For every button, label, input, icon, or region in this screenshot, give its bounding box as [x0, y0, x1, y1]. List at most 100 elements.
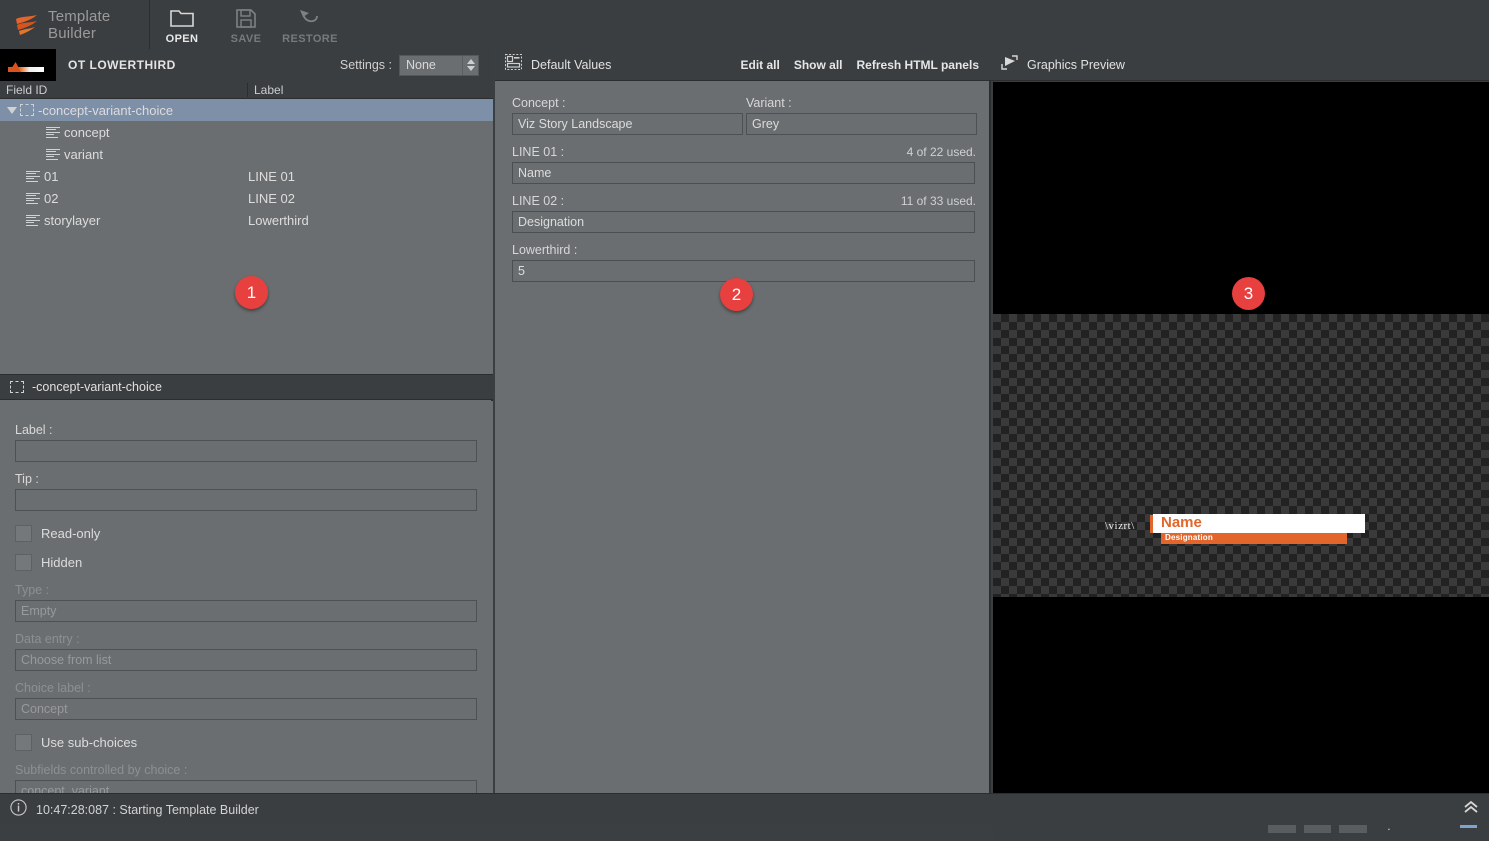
field-tree[interactable]: -concept-variant-choice concept variant … [0, 99, 493, 374]
graphic-name-text: Name [1161, 514, 1202, 531]
save-button-label: SAVE [230, 33, 262, 45]
data-entry-dropdown[interactable]: Choose from list [15, 649, 477, 671]
lowerthird-field-label: Lowerthird : [512, 243, 578, 257]
double-chevron-up-icon[interactable] [1463, 800, 1479, 819]
settings-dropdown[interactable]: None [399, 54, 479, 76]
tree-row-label: Lowerthird [248, 212, 309, 228]
field-properties-title: -concept-variant-choice [32, 380, 162, 394]
default-values-panel: Default Values Edit all Show all Refresh… [495, 49, 991, 793]
tree-row-label: LINE 02 [248, 190, 295, 206]
line01-input[interactable] [512, 162, 975, 184]
refresh-html-panels-link[interactable]: Refresh HTML panels [857, 58, 979, 72]
tree-row-id: 01 [44, 168, 59, 184]
subfields-dropdown[interactable]: concept, variant [15, 780, 477, 793]
group-dashed-icon [20, 104, 34, 116]
tree-row-id: 02 [44, 190, 59, 206]
tree-row[interactable]: -concept-variant-choice [0, 99, 493, 121]
tree-row[interactable]: 02 LINE 02 [0, 187, 493, 209]
default-values-icon [505, 54, 522, 75]
app-title: Template Builder [48, 7, 111, 42]
graphics-preview-header: Graphics Preview [991, 49, 1489, 81]
field-tree-header: Field ID Label [0, 81, 493, 99]
play-preview-icon [1001, 54, 1018, 75]
data-entry-field-label: Data entry : [15, 632, 80, 646]
concept-field-label: Concept : [512, 96, 566, 110]
info-icon [10, 798, 27, 821]
variant-dropdown-value: Grey [752, 117, 780, 131]
data-entry-dropdown-value: Choose from list [21, 653, 112, 667]
graphic-designation-text: Designation [1165, 533, 1213, 542]
template-thumbnail-icon [0, 49, 56, 81]
line02-field-label: LINE 02 : [512, 194, 565, 208]
text-lines-icon [26, 170, 40, 182]
left-panel-header: OT LOWERTHIRD Settings : None [0, 49, 493, 81]
tree-row-id: concept [64, 124, 110, 140]
graphics-preview-title: Graphics Preview [1027, 57, 1125, 72]
default-values-header: Default Values Edit all Show all Refresh… [495, 49, 991, 81]
tip-field-input[interactable] [15, 489, 477, 511]
text-lines-icon [46, 148, 60, 160]
vizrt-wordmark: \vizrt\ [1105, 520, 1135, 532]
use-sub-choices-checkbox[interactable] [15, 734, 32, 751]
spinner-arrows-icon[interactable] [462, 55, 478, 75]
graphics-preview-stage[interactable]: \vizrt\ Name Designation [993, 82, 1489, 795]
line02-usage-counter: 11 of 33 used. [900, 194, 976, 208]
save-button[interactable]: SAVE [214, 0, 278, 49]
default-values-actions: Edit all Show all Refresh HTML panels [740, 58, 979, 72]
hidden-label: Hidden [41, 555, 83, 570]
vizrt-swoosh-icon [14, 13, 40, 37]
settings-label: Settings : [339, 58, 392, 72]
transparency-checkerboard: \vizrt\ Name Designation [993, 314, 1489, 597]
callout-badge-2: 2 [720, 278, 753, 311]
choice-label-input[interactable] [15, 698, 477, 720]
subfields-dropdown-value: concept, variant [21, 784, 110, 793]
expand-caret-icon[interactable] [4, 106, 20, 114]
tree-row-id: variant [64, 146, 104, 162]
choice-label-field-label: Choice label : [15, 681, 91, 695]
text-lines-icon [46, 126, 60, 138]
field-properties-header: -concept-variant-choice [0, 374, 493, 400]
status-message: 10:47:28:087 : Starting Template Builder [36, 802, 259, 817]
edit-all-link[interactable]: Edit all [740, 58, 779, 72]
folder-open-icon [170, 6, 194, 30]
lower-third-graphic: \vizrt\ Name Designation [1105, 512, 1369, 546]
use-sub-choices-label: Use sub-choices [41, 735, 138, 750]
tree-row-id: -concept-variant-choice [38, 102, 174, 118]
type-dropdown[interactable]: Empty [15, 600, 477, 622]
use-sub-choices-row[interactable]: Use sub-choices [15, 734, 478, 751]
open-button[interactable]: OPEN [150, 0, 214, 49]
show-all-link[interactable]: Show all [794, 58, 843, 72]
tree-row[interactable]: concept [0, 121, 493, 143]
concept-dropdown[interactable]: Viz Story Landscape [512, 113, 743, 135]
field-properties-form: Label : Tip : Read-only Hidden Type : Em… [0, 401, 493, 793]
undo-arrow-icon [298, 6, 322, 30]
variant-dropdown[interactable]: Grey [746, 113, 977, 135]
variant-field-label: Variant : [746, 96, 792, 110]
default-values-title: Default Values [531, 57, 612, 72]
subfields-field-label: Subfields controlled by choice : [15, 763, 188, 777]
tip-field-label: Tip : [15, 472, 39, 486]
type-field-label: Type : [15, 583, 50, 597]
line01-usage-counter: 4 of 22 used. [906, 145, 976, 159]
label-field-label: Label : [15, 423, 53, 437]
line02-input[interactable] [512, 211, 975, 233]
tree-row[interactable]: storylayer Lowerthird [0, 209, 493, 231]
hidden-checkbox[interactable] [15, 554, 32, 571]
column-header-label: Label [254, 82, 284, 97]
settings-dropdown-value: None [406, 58, 436, 72]
read-only-checkbox-row[interactable]: Read-only [15, 525, 478, 542]
concept-dropdown-value: Viz Story Landscape [518, 117, 633, 131]
app-brand: Template Builder [0, 0, 150, 49]
restore-button[interactable]: RESTORE [278, 0, 342, 49]
read-only-checkbox[interactable] [15, 525, 32, 542]
text-lines-icon [26, 214, 40, 226]
type-dropdown-value: Empty [21, 604, 57, 618]
main-toolbar: Template Builder OPEN SAVE RESTORE [0, 0, 1489, 49]
tree-row[interactable]: variant [0, 143, 493, 165]
graphics-preview-panel: Graphics Preview \vizrt\ Name Designatio… [991, 49, 1489, 841]
hidden-checkbox-row[interactable]: Hidden [15, 554, 478, 571]
line01-field-label: LINE 01 : [512, 145, 565, 159]
label-field-input[interactable] [15, 440, 477, 462]
template-name: OT LOWERTHIRD [68, 58, 176, 72]
tree-row[interactable]: 01 LINE 01 [0, 165, 493, 187]
